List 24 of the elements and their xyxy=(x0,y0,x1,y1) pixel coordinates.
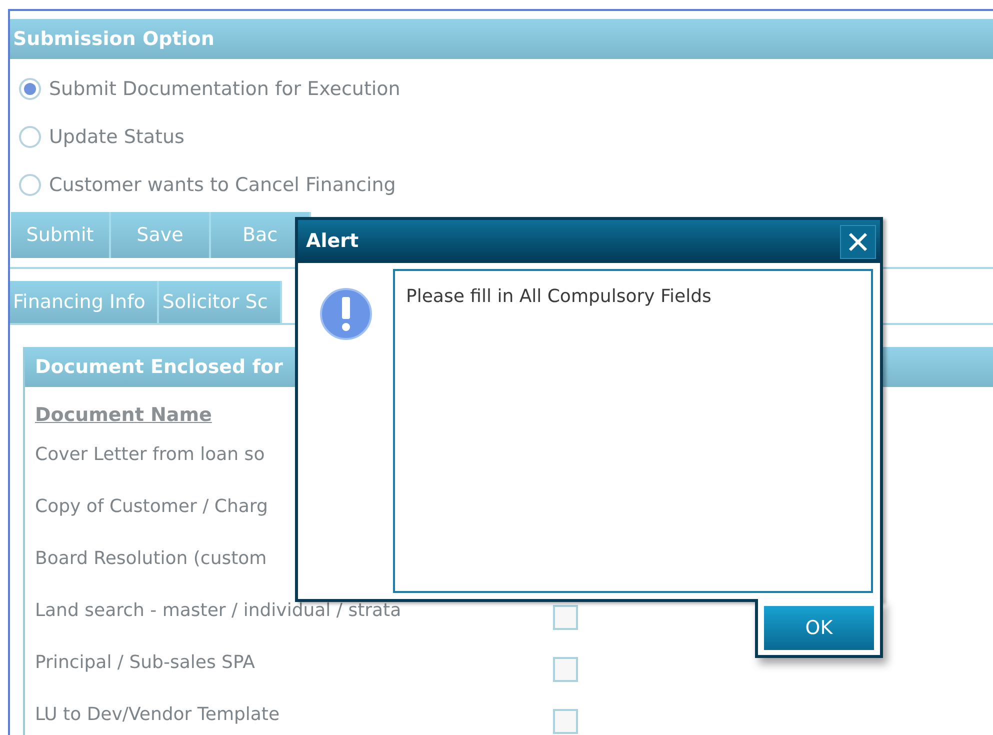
radio-button[interactable] xyxy=(19,126,41,148)
radio-button[interactable] xyxy=(19,78,41,100)
exclamation-icon xyxy=(318,287,372,341)
radio-label: Submit Documentation for Execution xyxy=(49,76,400,102)
ok-button[interactable]: OK xyxy=(764,606,874,650)
section-header: Submission Option xyxy=(10,19,993,59)
checkbox[interactable] xyxy=(553,657,578,682)
close-button[interactable] xyxy=(840,224,876,258)
document-name: Land search - master / individual / strata xyxy=(35,599,402,623)
tab[interactable]: Solicitor Sc xyxy=(159,281,282,323)
message-box: Please fill in All Compulsory Fields xyxy=(393,269,873,593)
tab[interactable]: Financing Info xyxy=(10,281,160,323)
checkbox[interactable] xyxy=(553,709,578,734)
document-name: Board Resolution (custom xyxy=(35,547,268,571)
column-header: Document Name xyxy=(35,403,213,427)
document-name: Copy of Customer / Charg xyxy=(35,495,269,519)
document-name: LU to Dev/Vendor Template xyxy=(35,703,281,727)
radio-button[interactable] xyxy=(19,174,41,196)
checkbox[interactable] xyxy=(553,605,578,630)
radio-label: Customer wants to Cancel Financing xyxy=(49,172,396,198)
radio-label: Update Status xyxy=(49,124,184,150)
document-name: Cover Letter from loan so xyxy=(35,443,266,467)
close-icon xyxy=(847,230,869,252)
document-name: Principal / Sub-sales SPA xyxy=(35,651,256,675)
